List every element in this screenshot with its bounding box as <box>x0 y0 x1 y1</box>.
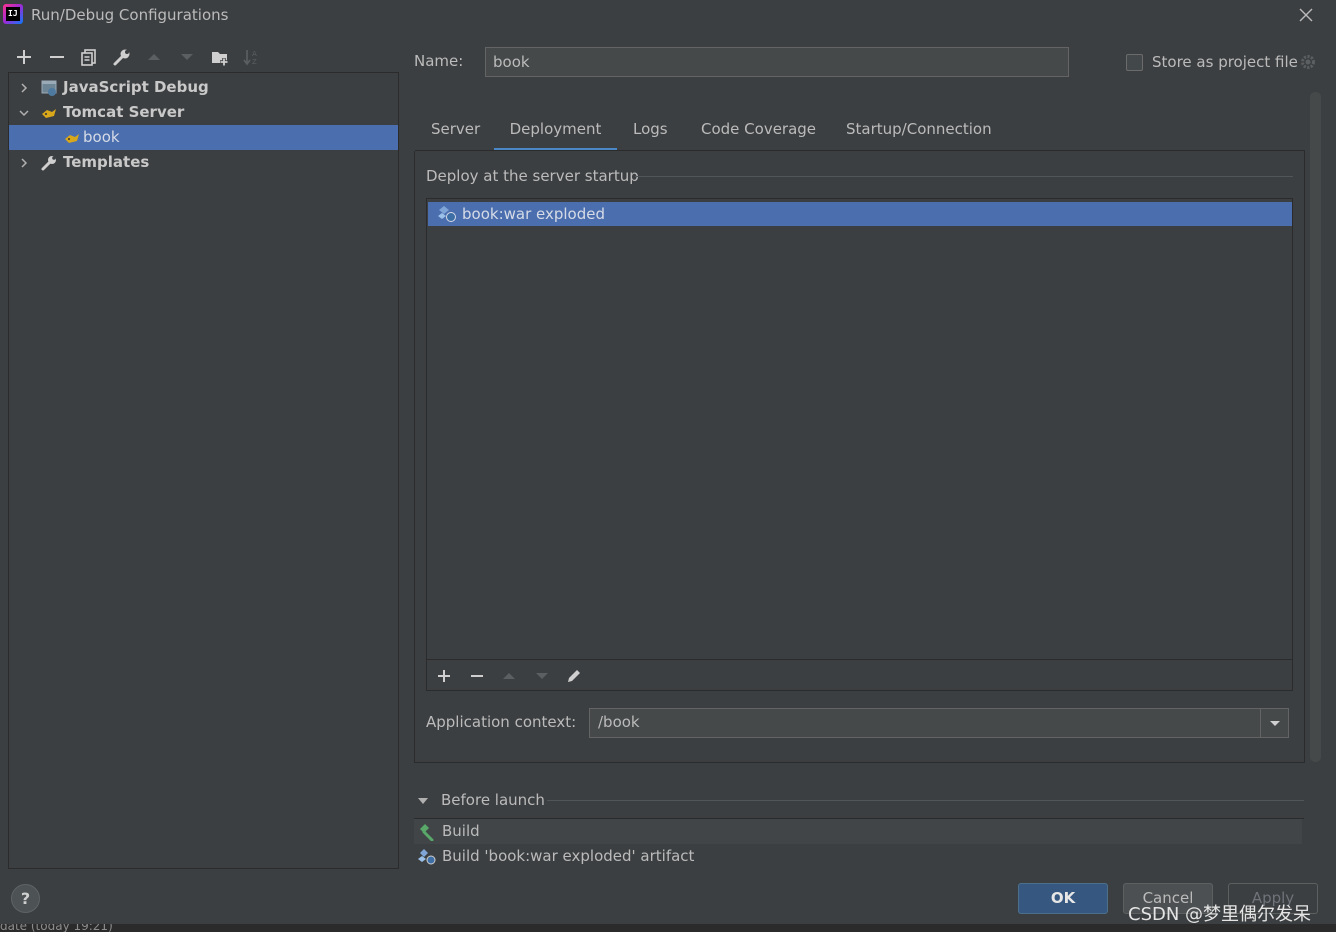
list-item-label: Build <box>442 822 480 840</box>
tomcat-icon <box>63 129 81 147</box>
application-context-value: /book <box>598 713 640 731</box>
svg-text:Z: Z <box>252 58 257 66</box>
tree-item-label: book <box>83 128 120 146</box>
application-context-label: Application context: <box>426 713 577 731</box>
svg-text:A: A <box>252 50 257 58</box>
tree-item-label: Templates <box>63 153 150 171</box>
artifact-icon <box>418 848 436 866</box>
add-icon[interactable] <box>435 667 453 685</box>
tree-item-tomcat-server[interactable]: Tomcat Server <box>9 100 398 125</box>
separator <box>635 176 1293 177</box>
collapse-triangle-icon[interactable] <box>416 794 430 808</box>
watermark: CSDN @梦里偶尔发呆 <box>1128 904 1312 925</box>
application-context-combo[interactable]: /book <box>589 708 1289 738</box>
gear-icon[interactable] <box>1299 53 1317 71</box>
help-button[interactable]: ? <box>11 884 40 913</box>
remove-icon[interactable] <box>46 46 68 68</box>
tree-item-label: JavaScript Debug <box>63 78 209 96</box>
tree-item-book[interactable]: book <box>9 125 398 150</box>
title-bar: IJ Run/Debug Configurations <box>0 0 1336 34</box>
vertical-scrollbar[interactable] <box>1310 92 1321 762</box>
move-up-icon[interactable] <box>500 667 518 685</box>
tab-logs[interactable]: Logs <box>633 120 673 151</box>
hammer-icon <box>418 823 436 841</box>
background-window-text: date (today 19:21) <box>0 924 113 932</box>
tree-item-javascript-debug[interactable]: JavaScript Debug <box>9 75 398 100</box>
move-down-icon[interactable] <box>533 667 551 685</box>
window-title: Run/Debug Configurations <box>31 6 229 24</box>
chevron-right-icon[interactable] <box>18 82 30 94</box>
list-item[interactable]: book:war exploded <box>428 202 1292 226</box>
list-item[interactable]: Build 'book:war exploded' artifact <box>414 844 1302 869</box>
store-as-project-file-checkbox[interactable] <box>1126 54 1143 71</box>
before-launch-list: Build Build 'book:war exploded' artifact <box>414 818 1304 868</box>
copy-icon[interactable] <box>78 46 100 68</box>
chevron-down-icon[interactable] <box>18 107 30 119</box>
background-window-strip: date (today 19:21) <box>0 924 1336 932</box>
list-item-label: Build 'book:war exploded' artifact <box>442 847 695 865</box>
list-item[interactable]: Build <box>414 819 1302 844</box>
tree-item-label: Tomcat Server <box>63 103 185 121</box>
tomcat-icon <box>40 104 58 122</box>
logo-text: IJ <box>6 7 20 21</box>
tree-item-templates[interactable]: Templates <box>9 150 398 175</box>
artifact-list-toolbar <box>426 660 1293 691</box>
remove-icon[interactable] <box>468 667 486 685</box>
tab-server[interactable]: Server <box>431 120 483 151</box>
intellij-logo-icon: IJ <box>3 4 23 24</box>
deploy-heading: Deploy at the server startup <box>426 167 639 185</box>
name-label: Name: <box>414 52 464 70</box>
new-folder-icon[interactable] <box>209 46 231 68</box>
ok-button[interactable]: OK <box>1018 883 1108 914</box>
store-as-project-file-label[interactable]: Store as project file <box>1152 53 1298 71</box>
separator <box>547 800 1304 801</box>
dropdown-arrow-icon[interactable] <box>1260 709 1288 737</box>
edit-icon[interactable] <box>565 667 583 685</box>
configuration-tree: JavaScript Debug Tomcat Server book Temp… <box>8 72 399 869</box>
before-launch-label[interactable]: Before launch <box>441 791 545 809</box>
sort-icon[interactable]: AZ <box>241 46 263 68</box>
close-icon[interactable] <box>1296 5 1316 25</box>
wrench-icon <box>40 154 58 172</box>
artifact-label: book:war exploded <box>462 205 605 223</box>
tab-deployment[interactable]: Deployment <box>494 120 617 151</box>
chevron-right-icon[interactable] <box>18 157 30 169</box>
artifact-icon <box>437 205 457 223</box>
javascript-debug-icon <box>40 79 58 97</box>
move-down-icon[interactable] <box>176 46 198 68</box>
wrench-icon[interactable] <box>111 46 133 68</box>
add-icon[interactable] <box>13 46 35 68</box>
move-up-icon[interactable] <box>143 46 165 68</box>
tab-startup-connection[interactable]: Startup/Connection <box>846 120 996 151</box>
tab-code-coverage[interactable]: Code Coverage <box>701 120 819 151</box>
name-field[interactable] <box>485 47 1069 77</box>
artifact-list[interactable]: book:war exploded <box>426 198 1293 660</box>
